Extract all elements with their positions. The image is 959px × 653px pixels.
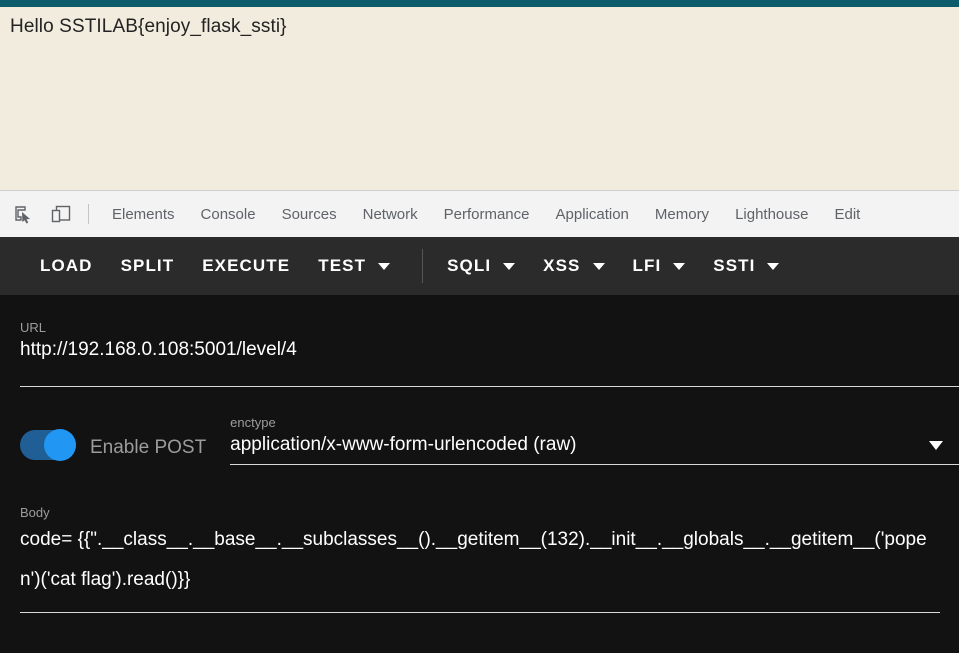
page-content-text: Hello SSTILAB{enjoy_flask_ssti} — [10, 16, 287, 37]
toolbar-divider — [88, 204, 89, 224]
tab-application[interactable]: Application — [543, 192, 642, 237]
body-label: Body — [20, 505, 50, 520]
page-top-accent-bar — [0, 0, 959, 7]
url-input-value[interactable]: http://192.168.0.108:5001/level/4 — [20, 339, 959, 361]
menu-execute-label: EXECUTE — [202, 256, 291, 275]
enctype-label: enctype — [230, 415, 276, 430]
body-field[interactable]: Body code= {{".__class__.__base__.__subc… — [20, 505, 940, 613]
url-field[interactable]: URL http://192.168.0.108:5001/level/4 — [20, 320, 959, 387]
menu-split-label: SPLIT — [120, 256, 175, 275]
tab-network[interactable]: Network — [350, 192, 431, 237]
menu-load-label: LOAD — [40, 256, 93, 275]
menu-xss-dropdown[interactable]: XSS — [529, 237, 618, 295]
menu-ssti-label: SSTI — [713, 256, 756, 275]
menu-load-button[interactable]: LOAD — [0, 237, 107, 295]
tab-console[interactable]: Console — [188, 192, 269, 237]
enable-post-label: Enable POST — [90, 437, 207, 458]
tab-lighthouse[interactable]: Lighthouse — [722, 192, 821, 237]
menu-ssti-dropdown[interactable]: SSTI — [699, 237, 793, 295]
chevron-down-icon — [767, 262, 780, 270]
toggle-thumb — [44, 429, 76, 461]
chevron-down-icon — [503, 262, 516, 270]
menu-lfi-label: LFI — [632, 256, 662, 275]
menu-test-label: TEST — [318, 256, 367, 275]
menu-sqli-dropdown[interactable]: SQLI — [433, 237, 529, 295]
tab-performance[interactable]: Performance — [431, 192, 543, 237]
menu-sqli-label: SQLI — [447, 256, 492, 275]
browser-screen: Hello SSTILAB{enjoy_flask_ssti} Elements… — [0, 0, 959, 653]
app-menu-bar: LOAD SPLIT EXECUTE TEST SQLI XSS LFI SST… — [0, 237, 959, 295]
chevron-down-icon — [592, 262, 605, 270]
enctype-select[interactable]: enctype application/x-www-form-urlencode… — [230, 415, 959, 465]
tab-memory[interactable]: Memory — [642, 192, 722, 237]
request-form: URL http://192.168.0.108:5001/level/4 En… — [0, 295, 959, 653]
menu-xss-label: XSS — [543, 256, 581, 275]
devtools-toolbar: Elements Console Sources Network Perform… — [0, 190, 959, 237]
enctype-select-row[interactable]: application/x-www-form-urlencoded (raw) — [230, 434, 959, 456]
chevron-down-icon — [378, 262, 391, 270]
tab-elements[interactable]: Elements — [99, 192, 188, 237]
menu-execute-button[interactable]: EXECUTE — [188, 237, 304, 295]
menu-bar-divider — [422, 249, 424, 283]
enctype-field-underline — [230, 464, 959, 465]
menu-lfi-dropdown[interactable]: LFI — [619, 237, 700, 295]
tab-sources[interactable]: Sources — [269, 192, 350, 237]
tab-edit[interactable]: Edit — [821, 192, 873, 237]
post-options-row: Enable POST enctype application/x-www-fo… — [20, 415, 959, 465]
device-toolbar-icon[interactable] — [46, 200, 76, 228]
chevron-down-icon — [673, 262, 686, 270]
enable-post-toggle[interactable] — [20, 429, 76, 461]
menu-test-dropdown[interactable]: TEST — [304, 237, 404, 295]
chevron-down-icon[interactable] — [929, 440, 943, 450]
enctype-selected-value: application/x-www-form-urlencoded (raw) — [230, 434, 577, 455]
page-viewport: Hello SSTILAB{enjoy_flask_ssti} — [0, 0, 959, 190]
inspect-element-icon[interactable] — [8, 200, 38, 228]
body-input-value[interactable]: code= {{".__class__.__base__.__subclasse… — [20, 520, 940, 600]
menu-split-button[interactable]: SPLIT — [107, 237, 189, 295]
url-label: URL — [20, 320, 47, 335]
url-field-underline — [20, 386, 959, 387]
body-field-underline — [20, 612, 940, 613]
